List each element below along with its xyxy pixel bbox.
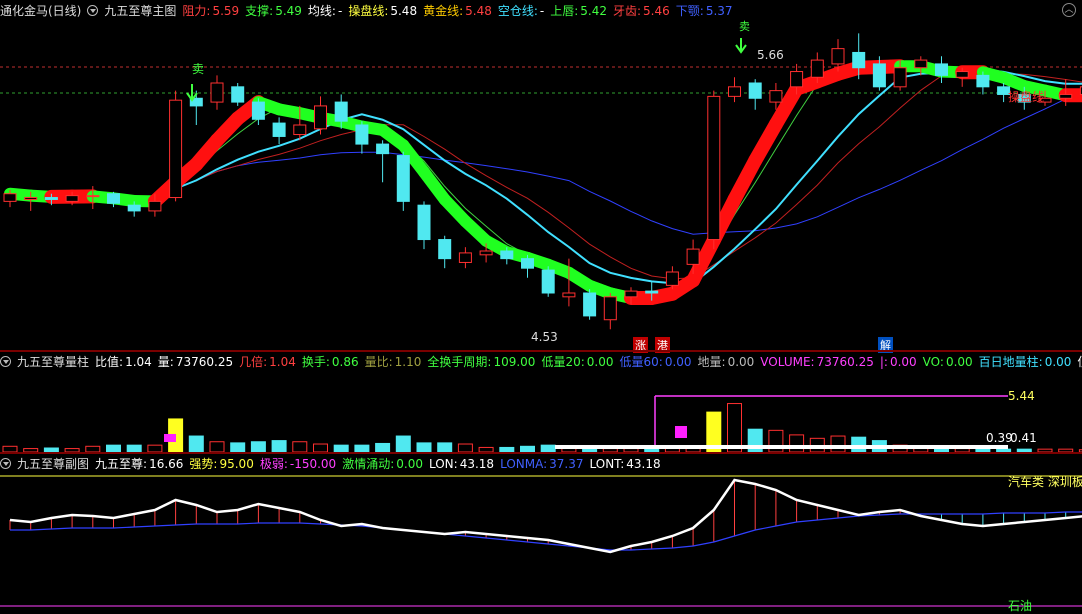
sector-label-bottom: 石油 (1008, 597, 1032, 614)
lon-line (10, 480, 1082, 552)
sub-indicator-chart[interactable] (0, 0, 1082, 611)
sector-label: 汽车类 深圳板 (1008, 473, 1082, 490)
